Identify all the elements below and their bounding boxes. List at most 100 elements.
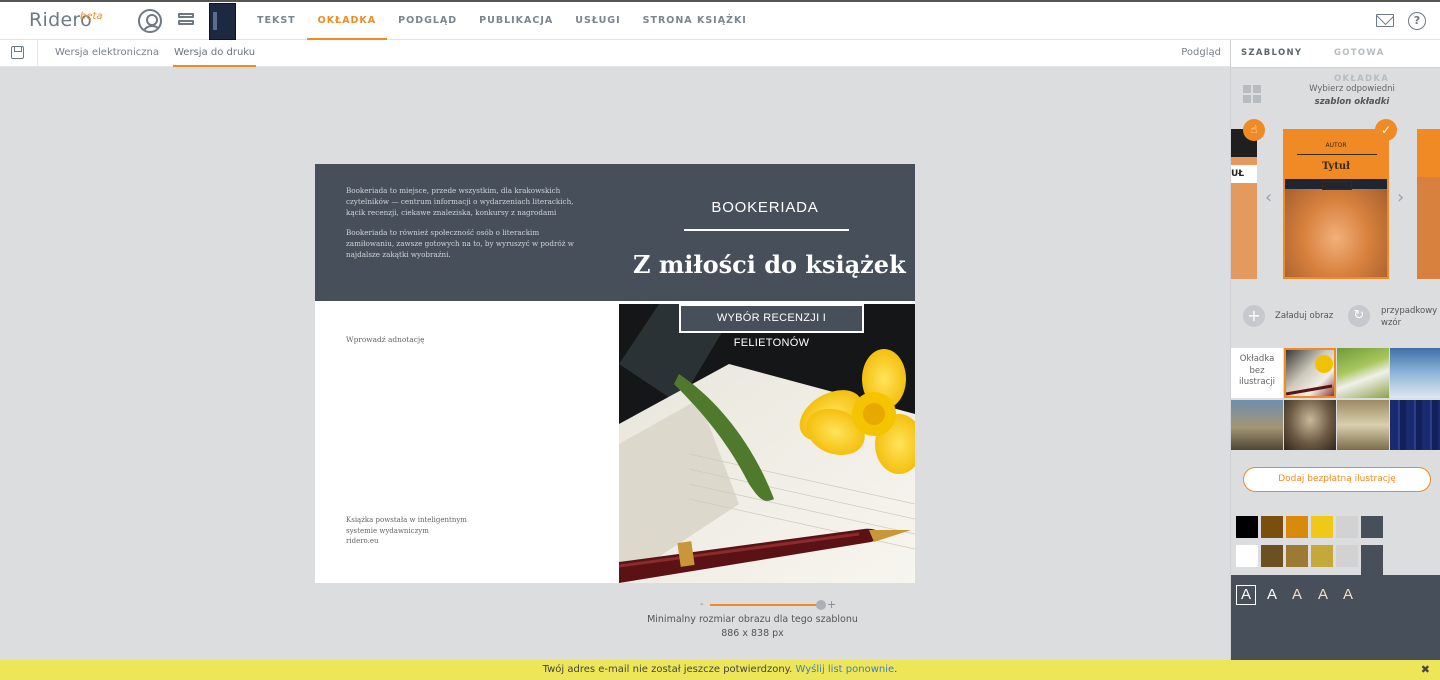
- font-option-4[interactable]: A: [1313, 585, 1333, 605]
- chevron-right-icon[interactable]: ›: [1397, 187, 1404, 208]
- template-selected[interactable]: AUTOR Tytuł PODTYTUŁ: [1283, 129, 1389, 279]
- chevron-left-icon[interactable]: ‹: [1265, 187, 1272, 208]
- thumb-library-hall[interactable]: [1284, 400, 1336, 450]
- thumb-blue-pattern[interactable]: [1390, 400, 1440, 450]
- cover-canvas: Bookeriada to miejsce, przede wszystkim,…: [315, 164, 915, 583]
- projects-icon[interactable]: [178, 13, 194, 27]
- color-swatch[interactable]: [1261, 516, 1283, 538]
- plus-icon[interactable]: +: [1243, 305, 1265, 327]
- font-style-panel: A A A A A: [1231, 575, 1440, 660]
- colophon-line-1: Książka powstała w inteligentnym: [346, 516, 467, 524]
- user-icon[interactable]: [138, 9, 162, 33]
- tab-strona-ksiazki[interactable]: STRONA KSIĄŻKI: [632, 2, 758, 40]
- thumb-colonnade[interactable]: [1337, 400, 1389, 450]
- color-swatch[interactable]: [1336, 545, 1358, 567]
- colophon-line-2: systemie wydawniczym: [346, 526, 429, 535]
- thumb-open-book-grass[interactable]: [1337, 348, 1389, 398]
- resend-email-link[interactable]: Wyślij list ponownie: [796, 664, 895, 675]
- tab-electronic-version[interactable]: Wersja elektroniczna: [54, 40, 160, 67]
- upload-image-button[interactable]: Załaduj obraz: [1275, 311, 1333, 321]
- zoom-in-button[interactable]: +: [827, 598, 836, 611]
- thumb-daffodil-pen[interactable]: [1284, 348, 1336, 398]
- font-option-3[interactable]: A: [1287, 585, 1307, 605]
- grid-icon[interactable]: [1243, 85, 1261, 103]
- sidebar-tabs: SZABLONY GOTOWA OKŁADKA: [1231, 40, 1440, 84]
- thumb-no-illustration[interactable]: Okładka bez ilustracji: [1231, 348, 1283, 398]
- checkmark-icon: ✓: [1375, 119, 1397, 141]
- zoom-slider-handle[interactable]: [816, 600, 826, 610]
- no-illustration-line-2: bez: [1249, 365, 1265, 376]
- email-verification-banner: Twój adres e-mail nie został jeszcze pot…: [0, 660, 1440, 680]
- back-cover-text[interactable]: Bookeriada to miejsce, przede wszystkim,…: [346, 186, 576, 271]
- colophon-text: Książka powstała w inteligentnym systemi…: [346, 515, 467, 547]
- tab-uslugi[interactable]: USŁUGI: [564, 2, 631, 40]
- font-option-1[interactable]: A: [1236, 585, 1256, 605]
- main-tabs: TEKST OKŁADKA PODGLĄD PUBLIKACJA USŁUGI …: [246, 2, 758, 40]
- thumb-ruins-painting[interactable]: [1231, 400, 1283, 450]
- random-pattern-line-2: wzór: [1381, 318, 1402, 328]
- template-title: Tytuł: [1322, 161, 1350, 172]
- template-previous[interactable]: UŁ: [1231, 129, 1257, 279]
- color-swatch[interactable]: [1336, 516, 1358, 538]
- template-divider: [1297, 154, 1377, 155]
- add-free-illustration-button[interactable]: Dodaj bezpłatną ilustrację: [1243, 467, 1431, 492]
- thumb-sky-buildings[interactable]: [1390, 348, 1440, 398]
- refresh-icon[interactable]: ↻: [1348, 305, 1370, 327]
- choose-template-line-1: Wybierz odpowiedni: [1309, 84, 1395, 94]
- tab-publikacja[interactable]: PUBLIKACJA: [468, 2, 564, 40]
- back-text-paragraph-1: Bookeriada to miejsce, przede wszystkim,…: [346, 186, 574, 217]
- template-previous-text: UŁ: [1231, 165, 1257, 183]
- save-icon[interactable]: [11, 46, 24, 59]
- tab-podglad[interactable]: PODGLĄD: [387, 2, 468, 40]
- choose-template-line-2: szablon okładki: [1314, 97, 1390, 107]
- version-bar: Wersja elektroniczna Wersja do druku Pod…: [0, 40, 1230, 67]
- color-swatch[interactable]: [1361, 516, 1383, 538]
- min-size-value: 886 x 838 px: [721, 628, 784, 639]
- mail-icon[interactable]: [1376, 14, 1394, 27]
- verification-message: Twój adres e-mail nie został jeszcze pot…: [542, 664, 796, 675]
- template-next[interactable]: [1417, 129, 1440, 279]
- tab-templates[interactable]: SZABLONY: [1241, 40, 1302, 67]
- top-navigation: Ridero beta TEKST OKŁADKA PODGLĄD PUBLIK…: [0, 0, 1440, 40]
- zoom-out-button[interactable]: -: [700, 599, 704, 610]
- tab-tekst[interactable]: TEKST: [246, 2, 307, 40]
- thumb-daffodil-graphic: [1285, 355, 1333, 396]
- color-swatch[interactable]: [1236, 545, 1258, 567]
- verification-message-end: .: [894, 664, 898, 675]
- colophon-line-3: ridero.eu: [346, 537, 379, 545]
- tab-print-version[interactable]: Wersja do druku: [173, 40, 257, 67]
- cover-subtitle[interactable]: WYBÓR RECENZJI I FELIETONÓW: [679, 304, 864, 349]
- color-swatch[interactable]: [1286, 545, 1308, 567]
- random-pattern-line-1: przypadkowy: [1381, 306, 1438, 316]
- author-underline: [684, 229, 849, 231]
- choose-template-hint: Wybierz odpowiedni szablon okładki: [1267, 83, 1437, 109]
- color-swatch[interactable]: [1361, 545, 1383, 575]
- minimum-image-size-info: Minimalny rozmiar obrazu dla tego szablo…: [640, 613, 865, 641]
- zoom-slider-track[interactable]: [710, 604, 820, 606]
- random-pattern-button[interactable]: przypadkowy wzór: [1381, 305, 1437, 329]
- book-thumbnail[interactable]: [209, 3, 236, 40]
- tab-okladka[interactable]: OKŁADKA: [306, 2, 388, 40]
- font-option-2[interactable]: A: [1262, 585, 1282, 605]
- cover-author[interactable]: BOOKERIADA: [685, 199, 845, 216]
- annotation-placeholder[interactable]: Wprowadź adnotację: [346, 335, 425, 344]
- min-size-label: Minimalny rozmiar obrazu dla tego szablo…: [647, 614, 858, 625]
- tab-ready-cover[interactable]: GOTOWA OKŁADKA: [1334, 40, 1440, 84]
- color-swatch[interactable]: [1261, 545, 1283, 567]
- back-text-paragraph-2: Bookeriada to również społeczność osób o…: [346, 228, 574, 259]
- divider: [1231, 67, 1440, 68]
- color-swatch[interactable]: [1236, 516, 1258, 538]
- beta-badge: beta: [80, 11, 103, 22]
- color-swatch[interactable]: [1311, 516, 1333, 538]
- help-icon[interactable]: ?: [1408, 12, 1426, 30]
- no-illustration-line-1: Okładka: [1239, 354, 1275, 364]
- cover-title[interactable]: Z miłości do książek: [633, 250, 906, 279]
- no-illustration-line-3: ilustracji: [1239, 377, 1275, 387]
- font-option-5[interactable]: A: [1338, 585, 1358, 605]
- preview-link[interactable]: Podgląd: [1181, 40, 1221, 67]
- close-icon[interactable]: ✖: [1421, 660, 1430, 680]
- template-author: AUTOR: [1325, 142, 1347, 149]
- cat-photo: [1285, 179, 1387, 277]
- color-swatch[interactable]: [1311, 545, 1333, 567]
- color-swatch[interactable]: [1286, 516, 1308, 538]
